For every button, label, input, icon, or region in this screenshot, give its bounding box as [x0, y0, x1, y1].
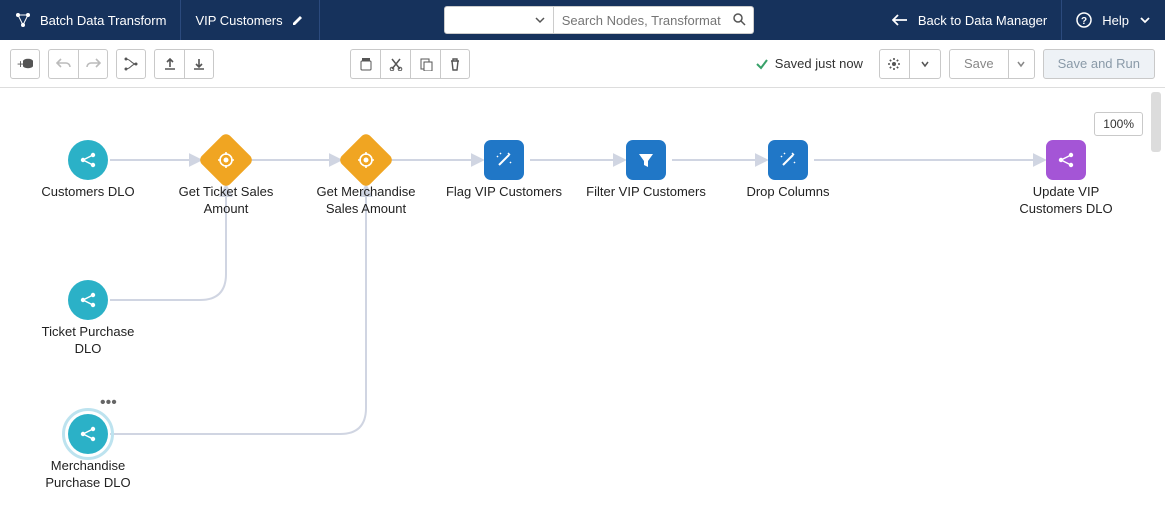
search-input[interactable] — [554, 6, 754, 34]
top-nav-bar: Batch Data Transform VIP Customers All — [0, 0, 1165, 40]
help-icon: ? — [1076, 12, 1092, 28]
node-label: Get Merchandise Sales Amount — [306, 184, 426, 218]
back-button[interactable]: Back to Data Manager — [878, 0, 1062, 40]
save-status: Saved just now — [755, 56, 863, 71]
search-bar: All — [438, 0, 760, 40]
search-filter-select[interactable]: All — [444, 6, 554, 34]
upload-button[interactable] — [154, 49, 184, 79]
node-flag_vip[interactable]: Flag VIP Customers — [444, 140, 564, 201]
gear-icon[interactable] — [880, 50, 910, 78]
save-split-button: Save — [949, 49, 1035, 79]
node-get_ticket_sales[interactable]: Get Ticket Sales Amount — [166, 140, 286, 218]
redo-button[interactable] — [78, 49, 108, 79]
node-get_merch_sales[interactable]: Get Merchandise Sales Amount — [306, 140, 426, 218]
node-label: Flag VIP Customers — [446, 184, 562, 201]
transform-app-icon — [14, 11, 32, 29]
download-button[interactable] — [184, 49, 214, 79]
recipe-name: VIP Customers — [195, 13, 282, 28]
node-shape[interactable] — [1046, 140, 1086, 180]
node-shape[interactable] — [68, 280, 108, 320]
chevron-down-icon — [1139, 14, 1151, 26]
node-shape[interactable] — [626, 140, 666, 180]
save-and-run-button[interactable]: Save and Run — [1043, 49, 1155, 79]
add-data-button[interactable]: + — [10, 49, 40, 79]
node-label: Get Ticket Sales Amount — [166, 184, 286, 218]
node-more-icon[interactable]: ••• — [100, 394, 117, 412]
node-shape[interactable] — [68, 414, 108, 454]
recipe-tab[interactable]: VIP Customers — [181, 0, 319, 40]
node-label: Customers DLO — [41, 184, 134, 201]
delete-button[interactable] — [440, 49, 470, 79]
undo-button[interactable] — [48, 49, 78, 79]
status-text: Saved just now — [775, 56, 863, 71]
canvas-area: 100% Customers DLOGet Ticket Sales Amoun… — [0, 88, 1165, 514]
node-update_vip_dlo[interactable]: Update VIP Customers DLO — [1006, 140, 1126, 218]
node-ticket_dlo[interactable]: Ticket Purchase DLO — [28, 280, 148, 358]
help-button[interactable]: ? Help — [1062, 0, 1165, 40]
toolbar: + Saved just now Save Save and Run — [0, 40, 1165, 88]
node-label: Update VIP Customers DLO — [1006, 184, 1126, 218]
node-shape[interactable] — [198, 132, 255, 189]
node-customers_dlo[interactable]: Customers DLO — [28, 140, 148, 201]
save-button[interactable]: Save — [950, 50, 1008, 78]
cut-button[interactable] — [380, 49, 410, 79]
copy-button[interactable] — [350, 49, 380, 79]
back-label: Back to Data Manager — [918, 13, 1047, 28]
app-title: Batch Data Transform — [40, 13, 166, 28]
svg-text:+: + — [17, 57, 24, 71]
node-label: Filter VIP Customers — [586, 184, 706, 201]
node-shape[interactable] — [768, 140, 808, 180]
app-title-segment: Batch Data Transform — [0, 0, 181, 40]
node-label: Drop Columns — [746, 184, 829, 201]
node-filter_vip[interactable]: Filter VIP Customers — [586, 140, 706, 201]
node-shape[interactable] — [68, 140, 108, 180]
save-dropdown-button[interactable] — [1008, 50, 1034, 78]
node-shape[interactable] — [338, 132, 395, 189]
paste-button[interactable] — [410, 49, 440, 79]
search-filter-value: All — [453, 13, 467, 28]
arrow-left-icon — [892, 14, 908, 26]
node-drop_cols[interactable]: Drop Columns — [728, 140, 848, 201]
node-label: Merchandise Purchase DLO — [28, 458, 148, 492]
check-icon — [755, 57, 769, 71]
node-shape[interactable] — [484, 140, 524, 180]
node-merch_dlo[interactable]: Merchandise Purchase DLO — [28, 414, 148, 492]
layout-button[interactable] — [116, 49, 146, 79]
svg-text:?: ? — [1081, 16, 1087, 27]
node-label: Ticket Purchase DLO — [28, 324, 148, 358]
help-label: Help — [1102, 13, 1129, 28]
search-icon[interactable] — [732, 12, 746, 26]
chevron-down-icon — [535, 15, 545, 25]
pencil-icon[interactable] — [291, 13, 305, 27]
chevron-down-icon[interactable] — [910, 50, 940, 78]
settings-split-button[interactable] — [879, 49, 941, 79]
